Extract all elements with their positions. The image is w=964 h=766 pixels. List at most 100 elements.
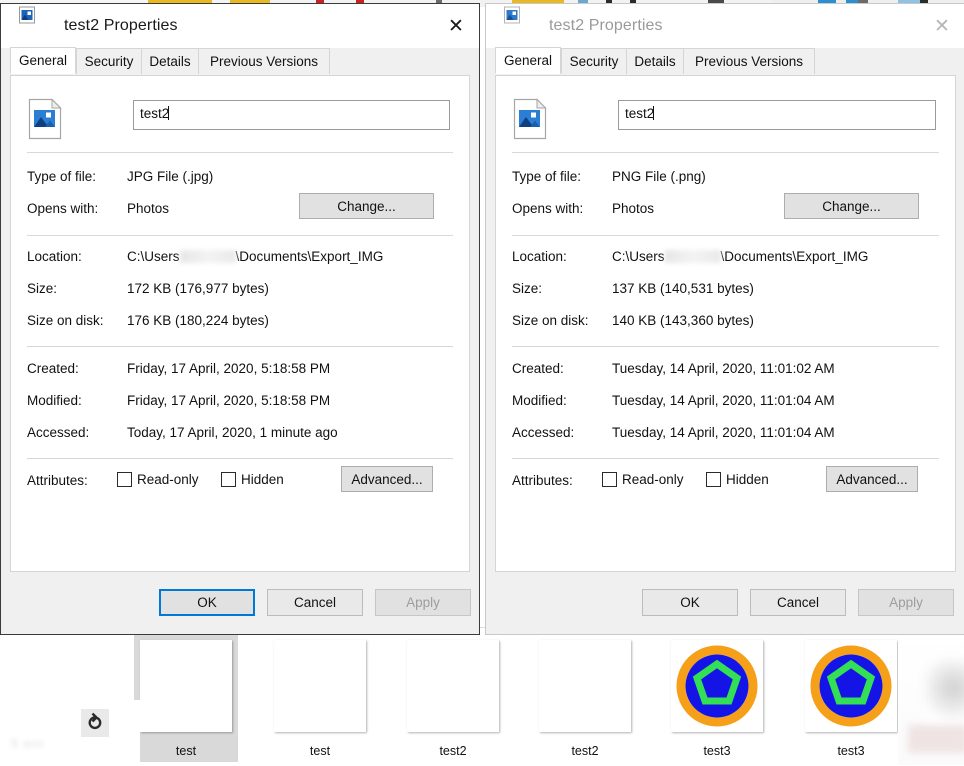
field-label: Attributes: xyxy=(512,473,573,488)
advanced-button[interactable]: Advanced... xyxy=(341,466,433,492)
thumbnail-label-3: test2 xyxy=(571,744,599,758)
apply-button: Apply xyxy=(375,589,471,616)
taskbar-search-remnant[interactable]: S ern ⥁ xyxy=(0,700,140,765)
tab-panel-general-right: test2 Type of file: PNG File (.png) Open… xyxy=(495,75,956,572)
change-button-label: Change... xyxy=(337,198,396,214)
close-icon[interactable]: ✕ xyxy=(433,4,479,48)
tab-security[interactable]: Security xyxy=(561,48,627,74)
divider-1 xyxy=(512,152,939,153)
field-label: Modified: xyxy=(27,393,82,408)
field-location: Location: C:\Users \Documents\Export_IMG xyxy=(27,249,453,269)
change-button[interactable]: Change... xyxy=(299,193,434,219)
thumbnail-item-0[interactable]: test xyxy=(134,632,238,762)
checkbox-read-only[interactable]: Read-only xyxy=(117,472,199,487)
field-label: Location: xyxy=(27,249,82,264)
cortana-icon[interactable]: ⥁ xyxy=(81,709,109,737)
tab-label: Details xyxy=(634,54,676,69)
blur-blob-2 xyxy=(908,725,964,753)
field-label: Opens with: xyxy=(27,201,99,216)
properties-dialog-left[interactable]: test2 Properties ✕ General Security Deta… xyxy=(0,3,480,635)
thumbnail-label-2: test2 xyxy=(439,744,467,758)
path-prefix: C:\Users xyxy=(612,249,665,264)
thumbnail-image-test3-1 xyxy=(805,640,897,732)
checkbox-label: Hidden xyxy=(726,472,769,487)
tab-previous-versions[interactable]: Previous Versions xyxy=(198,48,330,74)
field-value: Friday, 17 April, 2020, 5:18:58 PM xyxy=(127,393,331,408)
field-value: 137 KB (140,531 bytes) xyxy=(612,281,754,296)
picture-file-icon xyxy=(27,98,63,140)
cancel-button[interactable]: Cancel xyxy=(267,589,363,616)
ok-button-label: OK xyxy=(680,595,700,610)
tab-details[interactable]: Details xyxy=(626,48,684,74)
filename-value: test2 xyxy=(140,106,170,121)
change-button[interactable]: Change... xyxy=(784,193,919,219)
redacted-username xyxy=(179,250,236,263)
filename-input[interactable]: test2 xyxy=(618,100,936,130)
bottom-right-blurred-panel xyxy=(898,630,964,765)
thumbnail-item-3[interactable]: test2 xyxy=(533,632,637,762)
field-label: Size on disk: xyxy=(512,313,589,328)
path-suffix: \Documents\Export_IMG xyxy=(235,249,384,264)
field-value: Tuesday, 14 April, 2020, 11:01:02 AM xyxy=(612,361,835,376)
field-modified: Modified: Friday, 17 April, 2020, 5:18:5… xyxy=(27,393,453,413)
field-size-on-disk: Size on disk: 176 KB (180,224 bytes) xyxy=(27,313,453,333)
checkbox-hidden[interactable]: Hidden xyxy=(706,472,769,487)
tab-details[interactable]: Details xyxy=(141,48,199,74)
thumbnail-item-4[interactable]: test3 xyxy=(665,632,769,762)
thumbnail-image-test-1 xyxy=(274,640,366,732)
thumbnail-item-5[interactable]: test3 xyxy=(799,632,903,762)
tab-label: Details xyxy=(149,54,191,69)
field-value: 176 KB (180,224 bytes) xyxy=(127,313,269,328)
field-size-on-disk: Size on disk: 140 KB (143,360 bytes) xyxy=(512,313,939,333)
field-value: Friday, 17 April, 2020, 5:18:58 PM xyxy=(127,361,331,376)
tab-label: Security xyxy=(84,54,134,69)
field-type-of-file: Type of file: JPG File (.jpg) xyxy=(27,169,453,189)
picture-file-icon xyxy=(18,6,50,46)
divider-3 xyxy=(512,346,939,347)
tab-security[interactable]: Security xyxy=(76,48,142,74)
checkbox-box xyxy=(706,472,721,487)
field-accessed: Accessed: Today, 17 April, 2020, 1 minut… xyxy=(27,425,453,445)
checkbox-label: Read-only xyxy=(622,472,684,487)
ok-button[interactable]: OK xyxy=(159,589,255,616)
ring-pentagon-graphic xyxy=(676,645,758,727)
divider-4 xyxy=(512,458,939,459)
thumbnail-item-1[interactable]: test xyxy=(268,632,372,762)
thumbnail-image-test2-1 xyxy=(539,640,631,732)
divider-2 xyxy=(27,235,453,236)
thumbnail-image-test2-0 xyxy=(407,640,499,732)
blur-blob-1 xyxy=(926,660,964,730)
field-label: Type of file: xyxy=(27,169,97,184)
redacted-username xyxy=(664,250,721,263)
dialog-footer-right: OK Cancel Apply xyxy=(486,576,964,634)
cancel-button[interactable]: Cancel xyxy=(750,589,846,616)
advanced-button[interactable]: Advanced... xyxy=(826,466,918,492)
field-value: PNG File (.png) xyxy=(612,169,706,184)
field-value: 172 KB (176,977 bytes) xyxy=(127,281,269,296)
field-modified: Modified: Tuesday, 14 April, 2020, 11:01… xyxy=(512,393,939,413)
thumbnail-item-2[interactable]: test2 xyxy=(401,632,505,762)
checkbox-box xyxy=(602,472,617,487)
tab-general[interactable]: General xyxy=(495,47,561,74)
filename-value: test2 xyxy=(625,106,655,121)
close-icon[interactable]: ✕ xyxy=(919,4,964,48)
field-created: Created: Tuesday, 14 April, 2020, 11:01:… xyxy=(512,361,939,381)
checkbox-read-only[interactable]: Read-only xyxy=(602,472,684,487)
properties-dialog-right[interactable]: test2 Properties ✕ General Security Deta… xyxy=(485,3,964,635)
ok-button[interactable]: OK xyxy=(642,589,738,616)
field-value: JPG File (.jpg) xyxy=(127,169,214,184)
field-value: Photos xyxy=(612,201,655,216)
divider-3 xyxy=(27,346,453,347)
tab-general[interactable]: General xyxy=(10,47,76,74)
checkbox-hidden[interactable]: Hidden xyxy=(221,472,284,487)
filename-input[interactable]: test2 xyxy=(133,100,450,130)
apply-button-label: Apply xyxy=(889,595,923,610)
text-caret xyxy=(653,106,655,120)
dialog-footer-left: OK Cancel Apply xyxy=(1,576,479,634)
field-size: Size: 172 KB (176,977 bytes) xyxy=(27,281,453,301)
tab-previous-versions[interactable]: Previous Versions xyxy=(683,48,815,74)
divider-2 xyxy=(512,235,939,236)
thumbnail-image-test3-0 xyxy=(671,640,763,732)
advanced-button-label: Advanced... xyxy=(351,471,423,487)
field-label: Size: xyxy=(27,281,58,296)
